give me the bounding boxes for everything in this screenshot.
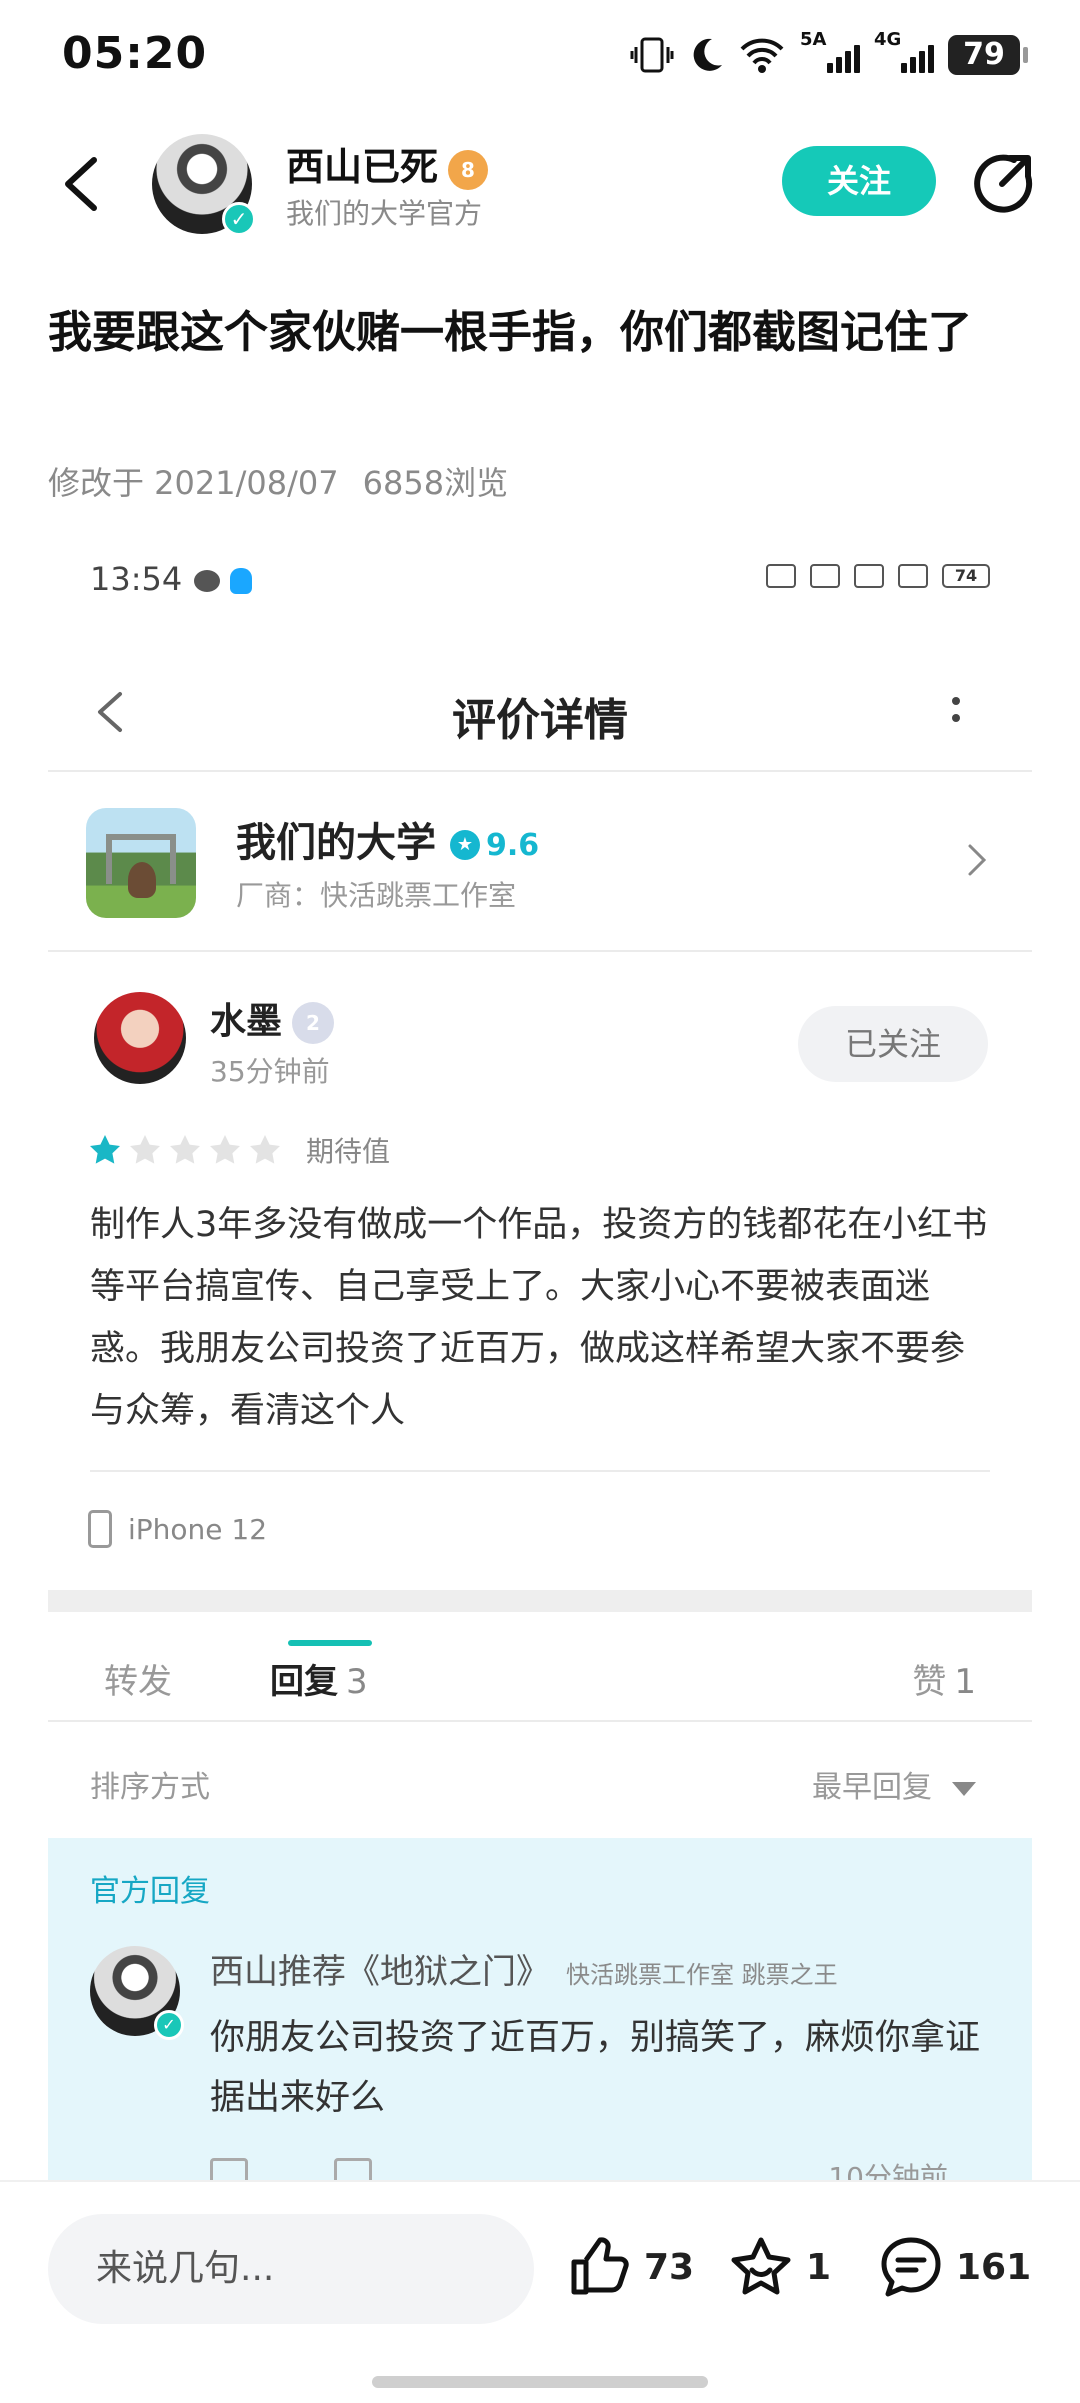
vibrate-icon xyxy=(630,37,674,73)
post-meta: 修改于 2021/08/07 6858浏览 xyxy=(48,458,508,504)
embedded-screenshot[interactable]: 13:54 74 评价详情 我们的大学 ★ 9.6 厂商：快活跳票工作室 水墨 2 3… xyxy=(48,520,1032,2180)
followed-button: 已关注 xyxy=(798,1006,988,1082)
divider xyxy=(90,1470,990,1472)
verified-icon: ✓ xyxy=(154,2010,184,2040)
device-row: iPhone 12 xyxy=(88,1510,267,1548)
game-card: 我们的大学 ★ 9.6 厂商：快活跳票工作室 xyxy=(48,770,1032,950)
reply-icon xyxy=(210,2158,248,2180)
chevron-right-icon xyxy=(968,844,987,876)
rating-label: 期待值 xyxy=(306,1135,391,1168)
signal-4g-icon: 4G xyxy=(874,29,934,77)
game-name: 我们的大学 xyxy=(236,820,436,866)
official-name-row: 西山推荐《地狱之门》 快活跳票工作室 跳票之王 xyxy=(210,1944,838,1993)
favorite-icon xyxy=(731,2237,791,2295)
game-maker: 厂商：快活跳票工作室 xyxy=(236,879,517,912)
rating-stars: 期待值 xyxy=(88,1130,390,1170)
sort-dropdown: 最早回复 xyxy=(812,1762,976,1806)
review-text: 制作人3年多没有做成一个作品，投资方的钱都花在小红书等平台搞宣传、自己享受上了。… xyxy=(90,1205,988,1431)
modified-date: 修改于 2021/08/07 xyxy=(48,464,339,502)
star-icon xyxy=(250,1135,280,1164)
wifi-icon xyxy=(740,38,784,73)
game-score: 9.6 xyxy=(486,827,540,863)
reviewer-avatar xyxy=(94,992,186,1084)
signal-5a-icon: 5A xyxy=(800,29,860,77)
official-reply-time: 10分钟前 xyxy=(828,2161,948,2180)
signal-icon xyxy=(898,564,928,588)
comment-input[interactable]: 来说几句... xyxy=(48,2214,534,2324)
status-bar: 05:20 5A 4G 79 xyxy=(0,0,1080,110)
battery-icon: 79 xyxy=(948,35,1028,75)
reply-actions xyxy=(210,2158,372,2180)
inner-status-left: 13:54 xyxy=(90,560,253,598)
vibrate-icon xyxy=(766,564,796,588)
sort-label: 排序方式 xyxy=(90,1770,210,1805)
comment-button[interactable]: 161 xyxy=(878,2234,1031,2300)
like-count: 73 xyxy=(644,2246,695,2288)
chevron-down-icon xyxy=(952,1781,976,1796)
divider xyxy=(48,950,1032,952)
star-icon xyxy=(210,1135,240,1164)
official-tag: 快活跳票工作室 跳票之王 xyxy=(566,1961,838,1989)
follow-button[interactable]: 关注 xyxy=(782,146,936,216)
more-icon xyxy=(952,692,962,732)
verified-icon: ✓ xyxy=(222,202,256,236)
level-badge: 8 xyxy=(448,149,489,190)
comment-icon xyxy=(881,2237,941,2297)
status-time: 05:20 xyxy=(62,28,208,79)
reviewer-name: 水墨 xyxy=(210,1001,283,1042)
reviewer-level-badge: 2 xyxy=(292,1002,335,1044)
post-header: ✓ 西山已死 8 我们的大学官方 关注 xyxy=(0,120,1080,250)
share-icon[interactable] xyxy=(970,150,1036,216)
active-tab-indicator xyxy=(288,1640,372,1646)
bottom-action-bar: 来说几句... 73 1 161 xyxy=(0,2180,1080,2403)
favorite-button[interactable]: 1 xyxy=(728,2234,831,2300)
star-icon xyxy=(90,1135,120,1164)
inner-nav-bar: 评价详情 xyxy=(48,650,1032,770)
official-reply-label: 官方回复 xyxy=(90,1874,210,1909)
section-separator xyxy=(48,1590,1032,1612)
inner-battery-icon: 74 xyxy=(942,564,990,588)
like-button[interactable]: 73 xyxy=(566,2234,694,2300)
like-icon xyxy=(571,2237,629,2295)
status-icons: 5A 4G 79 xyxy=(630,29,1028,80)
reply-tabs: 转发 回复 3 赞1 xyxy=(48,1612,1032,1742)
star-icon: ★ xyxy=(450,830,480,860)
inner-page-title: 评价详情 xyxy=(452,695,628,746)
signal-icon xyxy=(854,564,884,588)
star-icon xyxy=(130,1135,160,1164)
author-name-row[interactable]: 西山已死 8 xyxy=(286,136,489,191)
divider xyxy=(48,1720,1032,1722)
phone-icon xyxy=(88,1510,112,1548)
message-icon xyxy=(194,570,221,592)
author-avatar[interactable]: ✓ xyxy=(152,134,256,236)
tab-likes: 赞1 xyxy=(912,1662,976,1702)
game-icon xyxy=(86,808,196,918)
inner-status-right: 74 xyxy=(766,564,990,588)
review-time: 35分钟前 xyxy=(210,1055,330,1088)
official-reply: 官方回复 ✓ 西山推荐《地狱之门》 快活跳票工作室 跳票之王 你朋友公司投资了近百… xyxy=(48,1838,1032,2180)
tab-repost: 转发 xyxy=(104,1662,172,1702)
tab-replies: 回复 3 xyxy=(270,1662,368,1702)
author-subtitle: 我们的大学官方 xyxy=(286,197,483,230)
game-name-row: 我们的大学 ★ 9.6 xyxy=(236,810,539,868)
inner-time: 13:54 xyxy=(90,560,183,598)
hd-icon xyxy=(810,564,840,588)
home-indicator[interactable] xyxy=(372,2376,708,2388)
official-name: 西山推荐《地狱之门》 xyxy=(210,1952,550,1992)
view-count: 6858浏览 xyxy=(362,464,509,502)
moon-icon xyxy=(693,38,722,71)
post-title: 我要跟这个家伙赌一根手指，你们都截图记住了 xyxy=(48,307,972,358)
author-name: 西山已死 xyxy=(286,145,439,189)
comment-count: 161 xyxy=(956,2246,1032,2288)
official-avatar: ✓ xyxy=(90,1946,184,2040)
qq-icon xyxy=(230,568,253,594)
reviewer-name-row: 水墨 2 xyxy=(210,992,335,1044)
like-icon xyxy=(334,2158,372,2180)
star-icon xyxy=(170,1135,200,1164)
device-name: iPhone 12 xyxy=(128,1512,268,1546)
official-reply-text: 你朋友公司投资了近百万，别搞笑了，麻烦你拿证据出来好么 xyxy=(210,2018,981,2118)
favorite-count: 1 xyxy=(806,2246,832,2288)
back-icon[interactable] xyxy=(56,154,106,214)
